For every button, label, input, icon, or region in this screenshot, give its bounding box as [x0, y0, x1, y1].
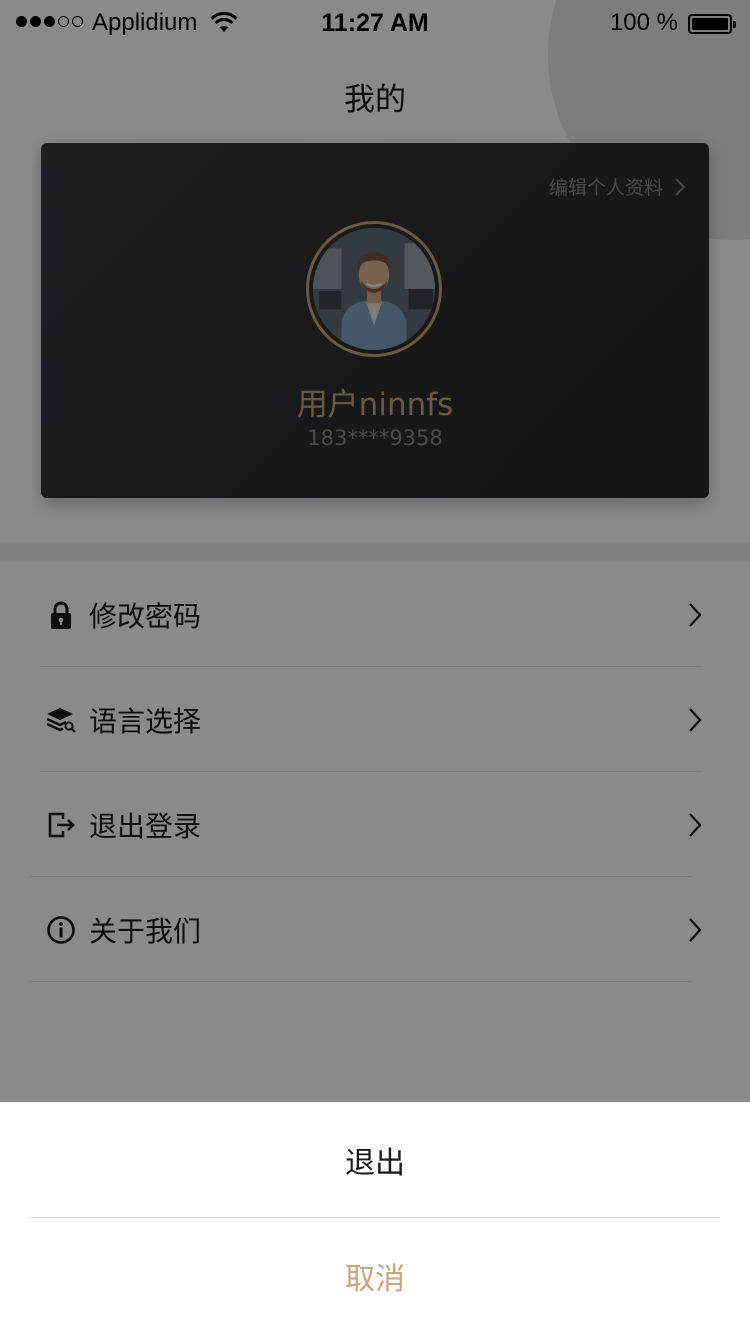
cancel-button[interactable]: 取消 — [0, 1218, 750, 1334]
confirm-logout-button[interactable]: 退出 — [0, 1102, 750, 1217]
profile-screen: Applidium 11:27 AM 100 % 我的 编辑个人资料 用户nin… — [0, 0, 750, 1334]
logout-action-sheet: 退出 取消 — [0, 1102, 750, 1334]
